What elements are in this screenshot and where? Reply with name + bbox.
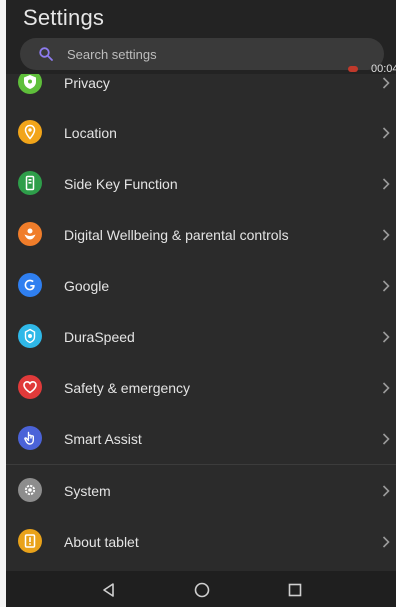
recording-timer: 00:04	[371, 63, 396, 75]
chevron-right-icon	[382, 536, 390, 548]
record-icon	[348, 66, 358, 72]
side-key-icon	[18, 171, 42, 195]
heart-icon	[18, 375, 42, 399]
chevron-right-icon	[382, 280, 390, 292]
chevron-right-icon	[382, 229, 390, 241]
search-placeholder: Search settings	[67, 47, 157, 62]
back-icon[interactable]	[100, 581, 118, 599]
info-icon	[18, 529, 42, 553]
screen-recording-indicator[interactable]: 00:04	[340, 60, 396, 80]
search-bar[interactable]: Search settings	[20, 38, 384, 70]
section-divider	[6, 464, 396, 465]
chevron-right-icon	[382, 331, 390, 343]
navigation-bar	[6, 571, 396, 607]
settings-item-location[interactable]: Location	[6, 108, 396, 158]
settings-item-label: About tablet	[64, 534, 139, 550]
home-icon[interactable]	[193, 581, 211, 599]
settings-item-label: Smart Assist	[64, 431, 142, 447]
settings-item-label: Location	[64, 125, 117, 141]
settings-item-about-tablet[interactable]: About tablet	[6, 517, 396, 567]
settings-item-system[interactable]: System	[6, 466, 396, 516]
settings-header: Settings Search settings	[6, 0, 396, 74]
settings-item-label: Privacy	[64, 75, 110, 91]
location-pin-icon	[18, 120, 42, 144]
settings-item-duraspeed[interactable]: DuraSpeed	[6, 312, 396, 362]
search-icon	[39, 47, 53, 61]
settings-item-digital-wellbeing[interactable]: Digital Wellbeing & parental controls	[6, 210, 396, 260]
duraspeed-icon	[18, 324, 42, 348]
chevron-right-icon	[382, 178, 390, 190]
system-gear-icon	[18, 478, 42, 502]
settings-item-google[interactable]: Google	[6, 261, 396, 311]
wellbeing-icon	[18, 222, 42, 246]
settings-item-safety-emergency[interactable]: Safety & emergency	[6, 363, 396, 413]
settings-item-label: System	[64, 483, 111, 499]
page-title: Settings	[23, 5, 105, 30]
chevron-right-icon	[382, 127, 390, 139]
chevron-right-icon	[382, 382, 390, 394]
settings-item-label: Digital Wellbeing & parental controls	[64, 227, 289, 243]
settings-screen: Privacy Location Side Key Function Digit…	[6, 0, 396, 607]
settings-item-label: Side Key Function	[64, 176, 178, 192]
settings-item-smart-assist[interactable]: Smart Assist	[6, 414, 396, 464]
hand-icon	[18, 426, 42, 450]
google-icon	[18, 273, 42, 297]
settings-item-side-key-function[interactable]: Side Key Function	[6, 159, 396, 209]
settings-item-label: DuraSpeed	[64, 329, 135, 345]
settings-item-label: Safety & emergency	[64, 380, 191, 396]
chevron-right-icon	[382, 433, 390, 445]
chevron-right-icon	[382, 485, 390, 497]
recents-icon[interactable]	[286, 581, 304, 599]
settings-item-label: Google	[64, 278, 110, 294]
